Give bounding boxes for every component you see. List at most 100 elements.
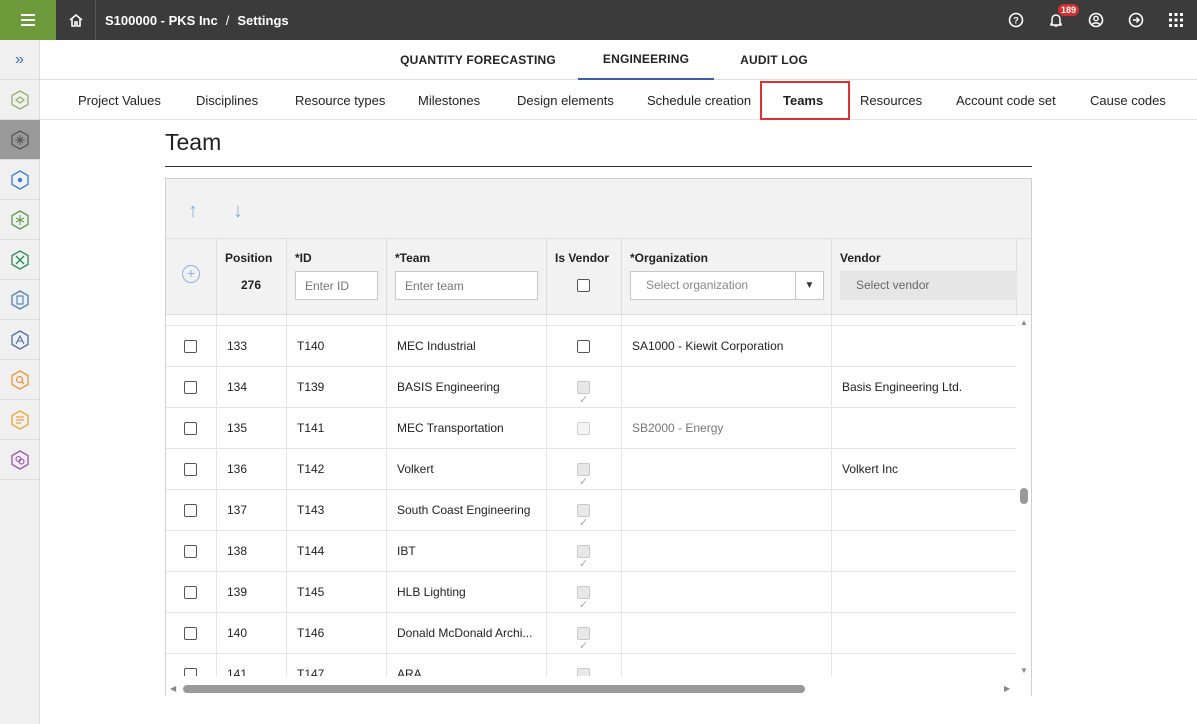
home-button[interactable] [56, 0, 96, 40]
cell-organization[interactable] [622, 654, 832, 676]
table-row[interactable]: 139 T145 HLB Lighting [166, 572, 1016, 613]
vendor-select[interactable]: Select vendor [840, 271, 1017, 300]
tab-audit-log[interactable]: AUDIT LOG [730, 40, 818, 80]
add-row-icon[interactable]: + [182, 265, 200, 283]
cell-team[interactable]: Donald McDonald Archi... [387, 613, 547, 654]
subtab-cause-codes[interactable]: Cause codes [1090, 80, 1166, 120]
vertical-scrollbar[interactable]: ▲ ▼ [1017, 316, 1031, 676]
subtab-design-elements[interactable]: Design elements [517, 80, 614, 120]
table-row[interactable]: 141 T147 ARA [166, 654, 1016, 676]
horizontal-scroll-thumb[interactable] [183, 685, 805, 693]
module-8-icon [11, 369, 29, 390]
subtab-schedule-creation[interactable]: Schedule creation [647, 80, 751, 120]
cell-vendor[interactable] [832, 654, 1016, 676]
cell-team[interactable]: ARA [387, 654, 547, 676]
rail-item-5[interactable] [0, 240, 40, 280]
cell-organization[interactable]: SA1000 - Kiewit Corporation [622, 326, 832, 367]
cell-vendor[interactable] [832, 572, 1016, 613]
cell-vendor[interactable] [832, 326, 1016, 367]
row-checkbox[interactable] [184, 545, 197, 558]
move-up-button[interactable]: ↑ [188, 201, 198, 221]
cell-organization[interactable] [622, 490, 832, 531]
cell-vendor[interactable] [832, 531, 1016, 572]
subtab-disciplines[interactable]: Disciplines [196, 80, 258, 120]
rail-item-9[interactable] [0, 400, 40, 440]
cell-vendor[interactable]: Basis Engineering Ltd. [832, 367, 1016, 408]
move-down-button[interactable]: ↓ [233, 201, 243, 221]
menu-button[interactable] [0, 0, 56, 40]
rail-item-4[interactable] [0, 200, 40, 240]
tab-engineering[interactable]: ENGINEERING [578, 40, 714, 80]
chevron-down-icon[interactable]: ▼ [795, 272, 823, 299]
cell-organization[interactable]: SB2000 - Energy [622, 408, 832, 449]
cell-id: T142 [287, 449, 387, 490]
table-row[interactable]: 135 T141 MEC Transportation SB2000 - Ene… [166, 408, 1016, 449]
horizontal-scrollbar[interactable]: ◀ ▶ [166, 682, 1031, 696]
vertical-scroll-thumb[interactable] [1020, 488, 1028, 504]
id-filter-input[interactable] [295, 271, 378, 300]
cell-organization[interactable] [622, 367, 832, 408]
row-checkbox[interactable] [184, 627, 197, 640]
table-row[interactable]: 134 T139 BASIS Engineering Basis Enginee… [166, 367, 1016, 408]
subtab-project-values[interactable]: Project Values [78, 80, 161, 120]
profile-button[interactable] [1076, 0, 1116, 40]
rail-item-1[interactable] [0, 80, 40, 120]
row-checkbox[interactable] [184, 422, 197, 435]
header-id-label: *ID [295, 251, 312, 265]
subtab-milestones[interactable]: Milestones [418, 80, 480, 120]
table-row[interactable]: 137 T143 South Coast Engineering [166, 490, 1016, 531]
cell-team[interactable]: MEC Industrial [387, 326, 547, 367]
organization-select[interactable]: Select organization ▼ [630, 271, 824, 300]
subtab-resource-types[interactable]: Resource types [295, 80, 385, 120]
rail-item-2[interactable] [0, 120, 40, 160]
cell-team[interactable]: Volkert [387, 449, 547, 490]
cell-team[interactable]: BASIS Engineering [387, 367, 547, 408]
cell-team[interactable]: HLB Lighting [387, 572, 547, 613]
is-vendor-filter-checkbox[interactable] [577, 279, 590, 292]
is-vendor-checkbox[interactable] [577, 340, 590, 353]
cell-vendor[interactable] [832, 408, 1016, 449]
row-checkbox[interactable] [184, 463, 197, 476]
table-row[interactable]: 136 T142 Volkert Volkert Inc [166, 449, 1016, 490]
breadcrumb: S100000 - PKS Inc / Settings [105, 0, 289, 40]
expand-rail-button[interactable]: » [0, 40, 39, 80]
row-checkbox[interactable] [184, 504, 197, 517]
apps-button[interactable] [1156, 0, 1196, 40]
scroll-left-icon[interactable]: ◀ [170, 684, 176, 693]
rail-item-7[interactable] [0, 320, 40, 360]
scroll-right-icon[interactable]: ▶ [1004, 684, 1010, 693]
cell-is-vendor [547, 326, 622, 367]
cell-team[interactable]: IBT [387, 531, 547, 572]
subtab-resources[interactable]: Resources [860, 80, 922, 120]
row-checkbox[interactable] [184, 381, 197, 394]
table-row[interactable]: 138 T144 IBT [166, 531, 1016, 572]
rail-item-10[interactable] [0, 440, 40, 480]
logout-button[interactable] [1116, 0, 1156, 40]
notifications-button[interactable]: 189 [1036, 0, 1080, 40]
rail-item-8[interactable] [0, 360, 40, 400]
row-checkbox[interactable] [184, 668, 197, 676]
cell-team[interactable]: South Coast Engineering [387, 490, 547, 531]
subtab-account-code-set[interactable]: Account code set [956, 80, 1056, 120]
help-button[interactable]: ? [996, 0, 1036, 40]
cell-organization[interactable] [622, 572, 832, 613]
cell-vendor[interactable] [832, 613, 1016, 654]
breadcrumb-project[interactable]: S100000 - PKS Inc [105, 13, 218, 28]
tab-quantity-forecasting[interactable]: QUANTITY FORECASTING [396, 40, 560, 80]
row-checkbox[interactable] [184, 586, 197, 599]
cell-organization[interactable] [622, 449, 832, 490]
cell-organization[interactable] [622, 613, 832, 654]
row-checkbox[interactable] [184, 340, 197, 353]
team-filter-input[interactable] [395, 271, 538, 300]
cell-organization[interactable] [622, 531, 832, 572]
rail-item-3[interactable] [0, 160, 40, 200]
cell-team[interactable]: MEC Transportation [387, 408, 547, 449]
table-row[interactable]: 133 T140 MEC Industrial SA1000 - Kiewit … [166, 326, 1016, 367]
cell-vendor[interactable] [832, 490, 1016, 531]
cell-vendor[interactable]: Volkert Inc [832, 449, 1016, 490]
rail-item-6[interactable] [0, 280, 40, 320]
table-row[interactable] [166, 316, 1016, 326]
table-row[interactable]: 140 T146 Donald McDonald Archi... [166, 613, 1016, 654]
scroll-up-icon[interactable]: ▲ [1020, 318, 1028, 327]
scroll-down-icon[interactable]: ▼ [1020, 666, 1028, 675]
